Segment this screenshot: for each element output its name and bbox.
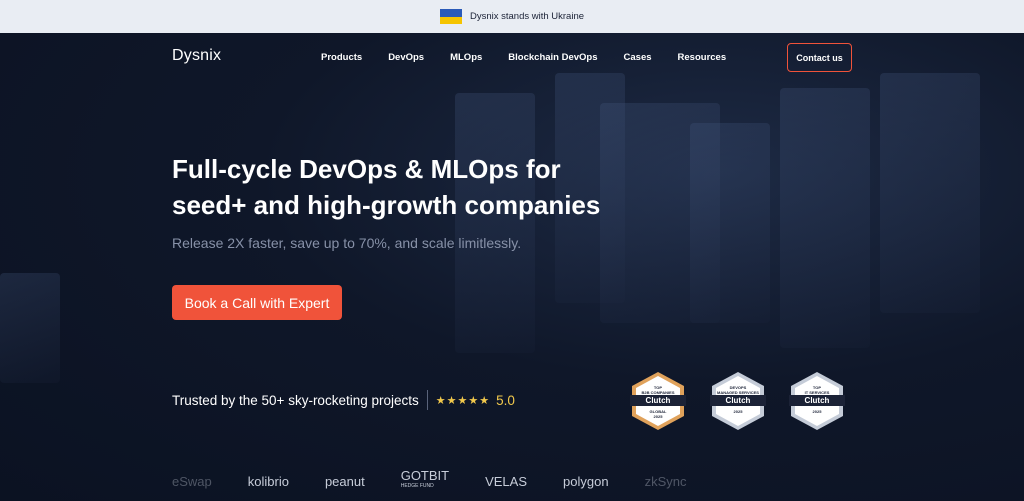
rating-stars-icon: ★★★★★ bbox=[435, 394, 491, 407]
trust-divider bbox=[426, 390, 428, 410]
logo-kolibrio: kolibrio bbox=[247, 473, 289, 489]
trust-text: Trusted by the 50+ sky-rocketing project… bbox=[172, 392, 419, 408]
clutch-badge-devops: DEVOPS MANAGED SERVICES COMPANY Clutch 2… bbox=[710, 371, 766, 431]
main-menu: Products DevOps MLOps Blockchain DevOps … bbox=[321, 52, 726, 63]
clutch-badge-b2b: TOP B2B COMPANIES Clutch GLOBAL 2025 bbox=[630, 371, 686, 431]
clutch-badge-it-services: TOP IT SERVICES COMPANY Clutch 2025 bbox=[789, 371, 845, 431]
logo-velas: VELAS bbox=[485, 473, 528, 489]
badge-name: Clutch bbox=[804, 396, 830, 405]
hero-headline: Full-cycle DevOps & MLOps for seed+ and … bbox=[172, 151, 692, 223]
badge-name: Clutch bbox=[725, 396, 751, 405]
nav-item-devops[interactable]: DevOps bbox=[388, 52, 424, 63]
badge-bottom-text: 2025 bbox=[812, 409, 822, 414]
gotbit-name: GOTBIT bbox=[400, 468, 450, 483]
headline-line-2: seed+ and high-growth companies bbox=[172, 190, 601, 220]
book-call-button[interactable]: Book a Call with Expert bbox=[172, 285, 342, 320]
trust-statement: Trusted by the 50+ sky-rocketing project… bbox=[172, 390, 515, 410]
logo-eswap: eSwap bbox=[172, 473, 212, 489]
banner-text: Dysnix stands with Ukraine bbox=[469, 11, 585, 22]
top-navigation: Dysnix Products DevOps MLOps Blockchain … bbox=[0, 33, 1024, 83]
client-logos-strip: eSwap kolibrio peanut GOTBIT HEDGE FUND … bbox=[172, 468, 687, 491]
logo-zksync: zkSync bbox=[644, 473, 687, 489]
ukraine-flag-icon bbox=[439, 9, 462, 24]
headline-line-1: Full-cycle DevOps & MLOps for bbox=[172, 154, 561, 184]
dysnix-logo[interactable]: Dysnix bbox=[172, 47, 221, 65]
rating-value: 5.0 bbox=[496, 392, 515, 408]
nav-item-mlops[interactable]: MLOps bbox=[450, 52, 482, 63]
nav-item-resources[interactable]: Resources bbox=[678, 52, 727, 63]
logo-gotbit: GOTBIT HEDGE FUND bbox=[400, 468, 450, 491]
hero-subline: Release 2X faster, save up to 70%, and s… bbox=[172, 235, 522, 251]
badge-bottom-text: 2025 bbox=[733, 409, 743, 414]
badge-top-text: TOP B2B COMPANIES bbox=[641, 385, 675, 395]
contact-us-button[interactable]: Contact us bbox=[787, 43, 852, 72]
nav-item-cases[interactable]: Cases bbox=[624, 52, 652, 63]
hero-section: Dysnix Products DevOps MLOps Blockchain … bbox=[0, 33, 1024, 501]
ukraine-banner: Dysnix stands with Ukraine bbox=[0, 0, 1024, 33]
badge-bottom-text: GLOBAL 2025 bbox=[649, 409, 667, 419]
logo-peanut: peanut bbox=[324, 473, 365, 489]
logo-polygon: polygon bbox=[563, 473, 609, 489]
nav-item-blockchain-devops[interactable]: Blockchain DevOps bbox=[508, 52, 597, 63]
nav-item-products[interactable]: Products bbox=[321, 52, 362, 63]
badge-name: Clutch bbox=[645, 396, 671, 405]
